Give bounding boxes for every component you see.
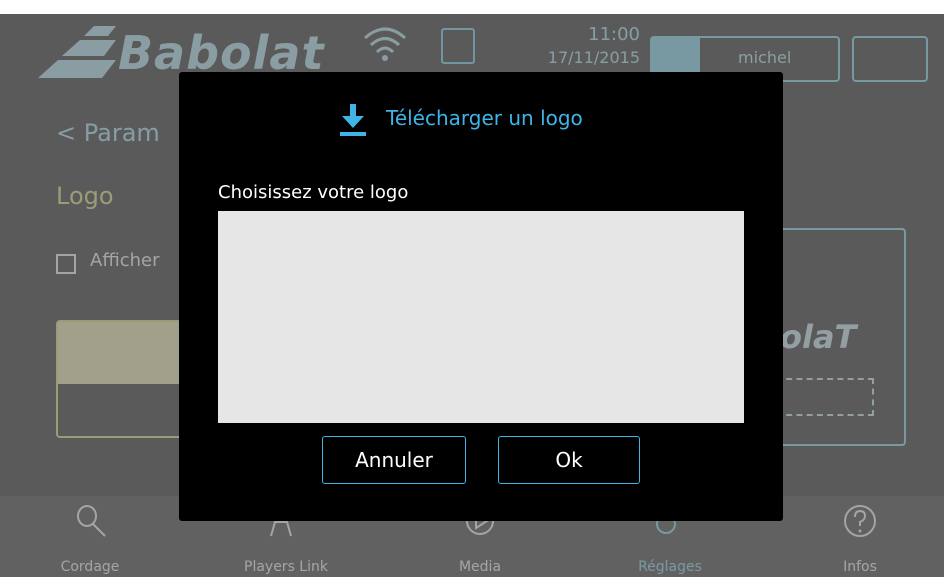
cancel-button[interactable]: Annuler — [322, 436, 466, 484]
download-icon — [340, 104, 366, 136]
clock-date: 17/11/2015 — [547, 48, 640, 67]
back-title[interactable]: < Param — [56, 119, 160, 147]
usb-icon — [441, 28, 475, 64]
show-logo-checkbox[interactable] — [56, 254, 76, 274]
tab-label: Réglages — [638, 559, 702, 575]
preview-logo: olaT — [780, 318, 857, 356]
choose-logo-label: Choisissez votre logo — [218, 182, 409, 203]
dialog-title: Télécharger un logo — [386, 106, 583, 130]
tab-label: Players Link — [244, 559, 328, 575]
tab-label: Infos — [843, 559, 877, 575]
logo-upload-area[interactable] — [56, 320, 196, 438]
tab-cordage[interactable]: Cordage — [0, 496, 180, 577]
racket-icon — [77, 505, 106, 537]
question-icon — [844, 505, 876, 537]
section-title: Logo — [56, 182, 114, 210]
upload-logo-dialog: Télécharger un logo Choisissez votre log… — [179, 72, 783, 521]
upload-area-fill — [58, 322, 194, 384]
logo-swoosh-icon — [38, 26, 116, 78]
user-name: michel — [738, 48, 792, 67]
tab-label: Media — [458, 559, 502, 575]
wifi-icon — [363, 27, 407, 61]
clock-time: 11:00 — [588, 24, 640, 45]
checkbox-label: Afficher — [90, 250, 160, 271]
logo-file-list[interactable] — [218, 211, 744, 423]
logout-button[interactable] — [852, 36, 928, 82]
dialog-header: Télécharger un logo — [179, 104, 783, 144]
tab-label: Cordage — [60, 559, 120, 575]
preview-placeholder — [776, 378, 874, 416]
tab-infos[interactable]: Infos — [770, 496, 944, 577]
app-screen: Babolat 11:00 17/11/2015 michel < Param … — [0, 14, 944, 577]
ok-button[interactable]: Ok — [498, 436, 640, 484]
